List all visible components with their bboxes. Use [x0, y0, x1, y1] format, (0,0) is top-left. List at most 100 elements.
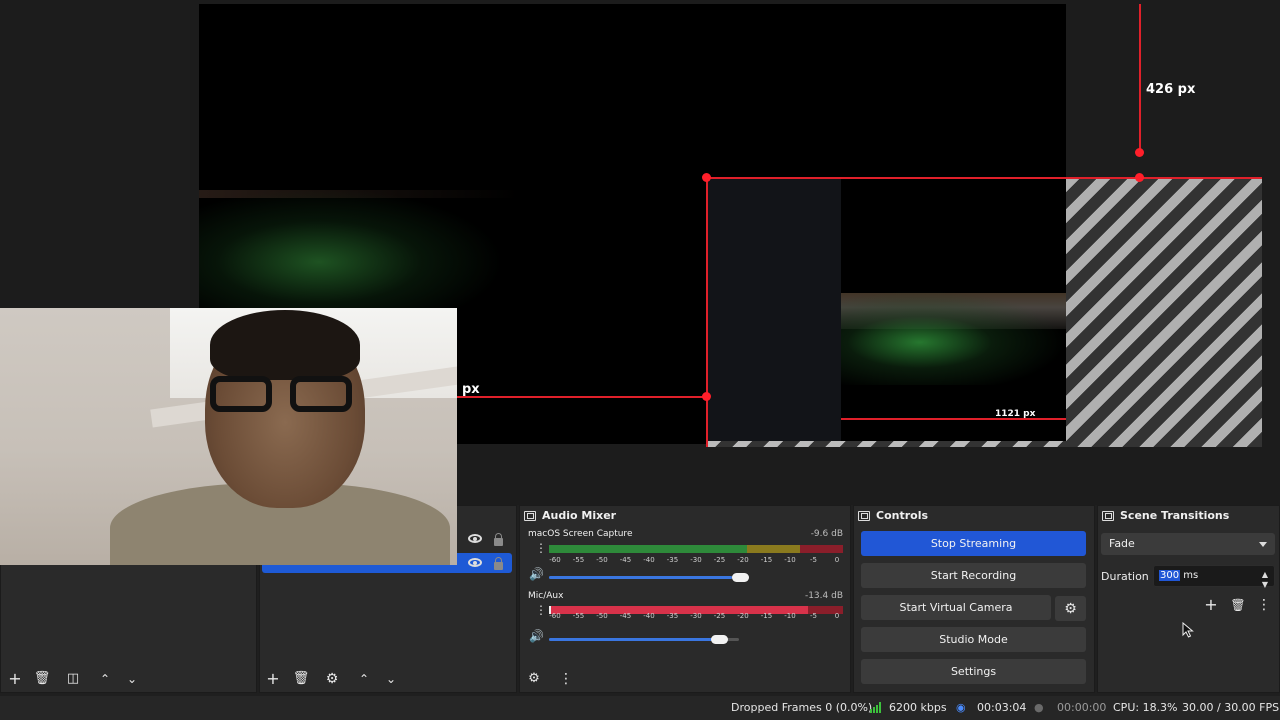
- transition-menu-icon[interactable]: ⋮: [1255, 596, 1273, 614]
- remove-scene-button[interactable]: 🗑: [33, 670, 51, 688]
- signal-bars-icon: [870, 702, 881, 713]
- webcam-overlay: [0, 308, 457, 565]
- spin-down-icon[interactable]: ▼: [1262, 575, 1268, 595]
- nested-green-glow: [841, 290, 1066, 385]
- bounds-handle-top-left[interactable]: [702, 173, 711, 182]
- remove-source-button[interactable]: 🗑: [292, 670, 310, 688]
- capture-green-glow: [199, 190, 499, 310]
- meter-scale-label: -40: [643, 612, 655, 620]
- stream-icon: ◉: [956, 701, 966, 714]
- meter-scale-label: -55: [572, 556, 585, 564]
- meter-scale: -60 -55 -50 -45 -40 -35 -30 -25 -20 -15 -10 -5 0: [549, 556, 845, 566]
- source-bounds-panel[interactable]: [707, 178, 841, 444]
- dock-float-icon[interactable]: [524, 510, 536, 521]
- dropped-frames: Dropped Frames 0 (0.0%): [731, 701, 873, 714]
- volume-slider-knob[interactable]: [732, 573, 749, 582]
- meter-scale-label: -15: [760, 556, 773, 564]
- dock-float-icon[interactable]: [858, 510, 870, 521]
- meter-scale-label: -60: [549, 612, 561, 620]
- meter-scale-label: -55: [572, 612, 585, 620]
- meter-scale-label: -45: [619, 556, 632, 564]
- add-transition-button[interactable]: +: [1202, 596, 1220, 614]
- duration-value: 300: [1159, 570, 1181, 581]
- meter-scale-label: -50: [596, 612, 608, 620]
- channel-name: macOS Screen Capture: [528, 529, 633, 539]
- meter-scale-label: -50: [596, 556, 608, 564]
- bounds-handle-top-right[interactable]: [1135, 173, 1144, 182]
- speaker-icon[interactable]: 🔊: [529, 629, 544, 643]
- bounds-line-top: [706, 177, 1262, 179]
- transition-select[interactable]: Fade: [1101, 533, 1275, 555]
- obs-window: 426 px px 1121 px + 🗑 ◫ ⌃ ⌄ + 🗑 ⚙ ⌃ ⌄ Au…: [0, 0, 1280, 720]
- visibility-eye-icon[interactable]: [468, 534, 482, 543]
- bounds-handle-left[interactable]: [702, 392, 711, 401]
- advanced-audio-gear-icon[interactable]: ⚙: [525, 670, 543, 688]
- out-of-bounds-hatch: [1066, 178, 1262, 447]
- meter-scale-label: 0: [834, 612, 840, 620]
- start-virtual-camera-button[interactable]: Start Virtual Camera: [861, 595, 1051, 620]
- duration-unit: ms: [1180, 570, 1199, 581]
- scene-filters-button[interactable]: ◫: [64, 670, 82, 688]
- speaker-icon[interactable]: 🔊: [529, 567, 544, 581]
- channel-menu-icon[interactable]: ⋮: [535, 542, 547, 554]
- audio-mixer-title: Audio Mixer: [542, 509, 617, 522]
- add-scene-button[interactable]: +: [6, 670, 24, 688]
- chevron-down-icon: [1259, 542, 1267, 547]
- scene-up-button[interactable]: ⌃: [96, 670, 114, 688]
- meter-scale-label: -35: [666, 556, 679, 564]
- stop-streaming-button[interactable]: Stop Streaming: [861, 531, 1086, 556]
- meter-scale-label: -20: [737, 556, 749, 564]
- measure-line-left: [457, 396, 707, 398]
- volume-meter: [549, 545, 843, 553]
- record-icon: ●: [1034, 701, 1044, 714]
- duration-label: Duration: [1101, 570, 1149, 583]
- remove-transition-button[interactable]: 🗑: [1229, 596, 1247, 614]
- lock-icon[interactable]: [494, 533, 503, 546]
- mouse-cursor-icon: [1182, 622, 1194, 638]
- meter-scale-label: -40: [643, 556, 655, 564]
- measure-line-vertical: [1139, 4, 1141, 153]
- channel-db: -13.4 dB: [804, 591, 843, 601]
- fps: 30.00 / 30.00 FPS: [1182, 701, 1280, 714]
- webcam-person-glasses: [210, 376, 360, 416]
- transitions-title: Scene Transitions: [1120, 509, 1230, 522]
- audio-mixer-title-bar: Audio Mixer: [520, 506, 850, 525]
- out-of-bounds-hatch-bottom: [707, 441, 1066, 447]
- duration-input[interactable]: 300 ms ▲ ▼: [1153, 565, 1275, 589]
- measure-label-vertical: 426 px: [1146, 82, 1196, 97]
- studio-mode-button[interactable]: Studio Mode: [861, 627, 1086, 652]
- transitions-title-bar: Scene Transitions: [1098, 506, 1279, 525]
- measure-dot-top: [1135, 148, 1144, 157]
- meter-scale-label: -5: [810, 556, 817, 564]
- start-recording-button[interactable]: Start Recording: [861, 563, 1086, 588]
- controls-title-bar: Controls: [854, 506, 1094, 525]
- settings-button[interactable]: Settings: [861, 659, 1086, 684]
- status-bar: Dropped Frames 0 (0.0%) 6200 kbps ◉ 00:0…: [0, 696, 1280, 720]
- visibility-eye-icon[interactable]: [468, 558, 482, 567]
- record-time: 00:00:00: [1057, 701, 1107, 714]
- add-source-button[interactable]: +: [264, 670, 282, 688]
- meter-scale-label: -30: [690, 556, 702, 564]
- lock-icon[interactable]: [494, 557, 503, 570]
- channel-menu-icon[interactable]: ⋮: [535, 604, 547, 616]
- mixer-menu-icon[interactable]: ⋮: [557, 670, 575, 688]
- meter-scale-label: -15: [760, 612, 773, 620]
- meter-scale: -60 -55 -50 -45 -40 -35 -30 -25 -20 -15 -10 -5 0: [549, 612, 845, 622]
- meter-scale-label: 0: [834, 556, 840, 564]
- scene-down-button[interactable]: ⌄: [123, 670, 141, 688]
- volume-slider-fill: [549, 576, 732, 579]
- source-down-button[interactable]: ⌄: [382, 670, 400, 688]
- controls-title: Controls: [876, 509, 929, 522]
- measure-label-left: px: [462, 382, 480, 397]
- meter-scale-label: -25: [713, 612, 726, 620]
- dock-float-icon[interactable]: [1102, 510, 1114, 521]
- source-properties-gear-icon[interactable]: ⚙: [323, 670, 341, 688]
- source-up-button[interactable]: ⌃: [355, 670, 373, 688]
- meter-scale-label: -25: [713, 556, 726, 564]
- virtual-camera-settings-gear-icon[interactable]: ⚙: [1055, 596, 1086, 621]
- volume-slider-knob[interactable]: [711, 635, 728, 644]
- bitrate: 6200 kbps: [889, 701, 947, 714]
- meter-scale-label: -30: [690, 612, 702, 620]
- transition-selected-value: Fade: [1109, 537, 1135, 550]
- webcam-person-hair: [210, 310, 360, 380]
